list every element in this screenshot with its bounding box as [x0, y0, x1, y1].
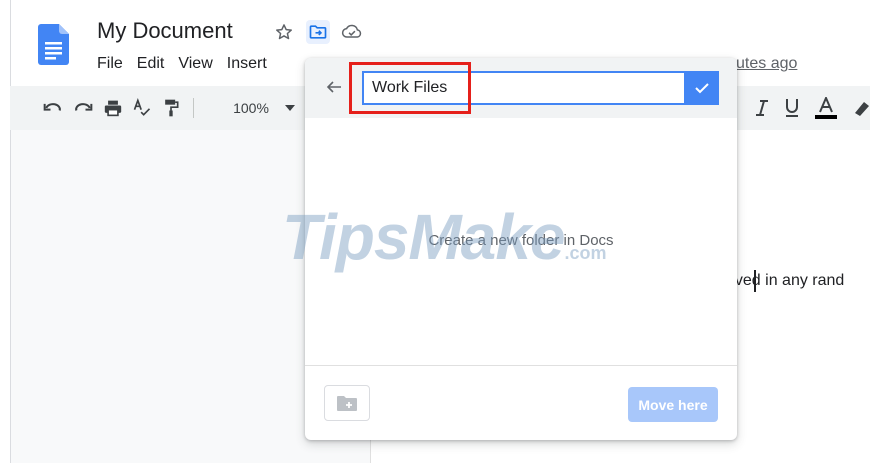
- new-folder-icon: [337, 396, 357, 411]
- watermark-suffix: .com: [564, 243, 607, 263]
- annotation-highlight-box: [349, 62, 471, 114]
- paint-format-icon[interactable]: [160, 97, 182, 119]
- last-edit-link[interactable]: utes ago: [736, 54, 797, 74]
- document-body-text[interactable]: aved in any rand: [726, 272, 844, 290]
- menu-bar: File Edit View Insert: [97, 54, 281, 74]
- highlight-pen-icon[interactable]: [852, 97, 870, 119]
- underline-icon[interactable]: [782, 97, 802, 119]
- document-title[interactable]: My Document: [97, 18, 233, 44]
- undo-icon[interactable]: [42, 97, 64, 119]
- google-docs-icon[interactable]: [38, 24, 69, 65]
- check-icon: [694, 83, 709, 94]
- toolbar-divider: [193, 98, 194, 118]
- move-to-folder-icon[interactable]: [306, 20, 330, 44]
- spellcheck-icon[interactable]: [131, 97, 153, 119]
- watermark-logo: TipsMake.com: [282, 200, 607, 274]
- text-color-icon[interactable]: [813, 97, 839, 119]
- redo-icon[interactable]: [72, 97, 94, 119]
- italic-icon[interactable]: [752, 97, 772, 119]
- menu-insert[interactable]: Insert: [227, 54, 267, 74]
- watermark-brand: TipsMake: [282, 201, 565, 273]
- print-icon[interactable]: [102, 97, 124, 119]
- text-cursor: [754, 270, 756, 292]
- new-folder-button[interactable]: [324, 385, 370, 421]
- chevron-down-icon[interactable]: [284, 97, 296, 119]
- menu-file[interactable]: File: [97, 54, 123, 74]
- dialog-footer-divider: [305, 365, 737, 366]
- confirm-folder-button[interactable]: [684, 71, 719, 105]
- zoom-select[interactable]: 100%: [230, 97, 272, 119]
- move-here-button[interactable]: Move here: [628, 387, 718, 422]
- cloud-saved-icon[interactable]: [340, 20, 364, 44]
- menu-edit[interactable]: Edit: [137, 54, 165, 74]
- title-actions: [272, 20, 364, 44]
- star-icon[interactable]: [272, 20, 296, 44]
- menu-view[interactable]: View: [178, 54, 212, 74]
- back-arrow-icon[interactable]: [323, 76, 345, 98]
